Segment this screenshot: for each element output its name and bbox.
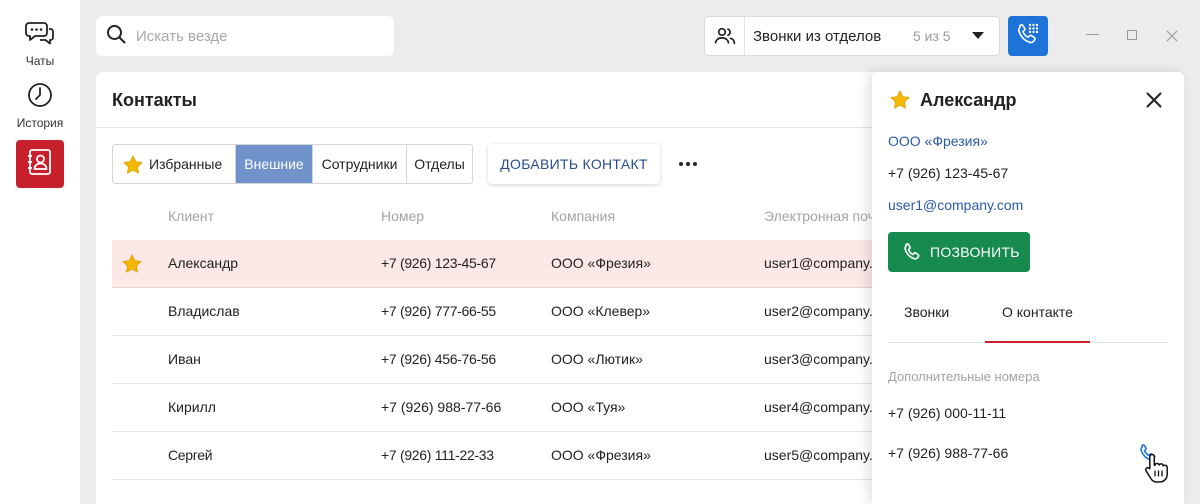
- cell-client: Александр: [168, 255, 239, 271]
- department-calls-select[interactable]: Звонки из отделов 5 из 5: [704, 16, 1000, 56]
- chat-bubbles-icon: [25, 20, 55, 51]
- cell-email: user4@company.com: [764, 399, 872, 415]
- add-contact-button[interactable]: ДОБАВИТЬ КОНТАКТ: [488, 144, 660, 184]
- tab-favorites-label: Избранные: [149, 156, 223, 172]
- department-calls-label: Звонки из отделов: [753, 27, 882, 45]
- cell-phone: +7 (926) 456-76-56: [381, 351, 496, 367]
- tab-calls[interactable]: Звонки: [904, 304, 949, 320]
- clock-icon: [27, 82, 53, 113]
- extra-number: +7 (926) 988-77-66: [888, 445, 1009, 461]
- global-search[interactable]: [96, 16, 394, 56]
- contact-detail-panel: Александр ООО «Фрезия» +7 (926) 123-45-6…: [872, 72, 1184, 504]
- cell-phone: +7 (926) 111-22-33: [381, 447, 494, 463]
- nav-chats[interactable]: Чаты: [0, 20, 80, 68]
- nav-contacts[interactable]: [16, 140, 64, 188]
- contact-filter-tabs: Избранные Внешние Сотрудники Отделы: [112, 144, 473, 184]
- extra-numbers-title: Дополнительные номера: [888, 369, 1040, 384]
- close-window-icon[interactable]: [1166, 29, 1178, 47]
- table-row[interactable]: Владислав +7 (926) 777-66-55 ООО «Клевер…: [112, 288, 872, 336]
- cell-phone: +7 (926) 123-45-67: [381, 255, 496, 271]
- cell-company: ООО «Туя»: [551, 399, 626, 415]
- tab-about-contact[interactable]: О контакте: [1002, 304, 1073, 320]
- tab-departments[interactable]: Отделы: [407, 145, 472, 183]
- department-calls-count: 5 из 5: [913, 28, 951, 44]
- favorite-star-icon[interactable]: [890, 90, 910, 114]
- page-title: Контакты: [112, 90, 197, 110]
- cell-company: ООО «Лютик»: [551, 351, 643, 367]
- active-tab-indicator: [985, 341, 1090, 343]
- column-header-email: Электронная почта: [764, 208, 889, 224]
- tab-employees[interactable]: Сотрудники: [313, 145, 407, 183]
- cell-email: user1@company.com: [764, 255, 872, 271]
- cell-client: Владислав: [168, 303, 240, 319]
- phone-dialpad-icon: [1015, 21, 1041, 52]
- contact-email-link[interactable]: user1@company.com: [888, 197, 1023, 213]
- cell-phone: +7 (926) 777-66-55: [381, 303, 496, 319]
- table-row[interactable]: Кирилл +7 (926) 988-77-66 ООО «Туя» user…: [112, 384, 872, 432]
- cell-company: ООО «Клевер»: [551, 303, 651, 319]
- nav-history-label: История: [16, 116, 64, 130]
- nav-history[interactable]: История: [0, 82, 80, 130]
- close-icon[interactable]: [1146, 92, 1162, 113]
- cell-email: user5@company.com: [764, 447, 872, 463]
- nav-chats-label: Чаты: [25, 54, 55, 68]
- extra-number: +7 (926) 000-11-11: [888, 405, 1007, 421]
- tab-departments-label: Отделы: [414, 156, 465, 172]
- contact-card-icon: [27, 148, 53, 181]
- cell-email: user3@company.com: [764, 351, 872, 367]
- call-contact-label: ПОЗВОНИТЬ: [930, 244, 1020, 260]
- favorite-star-icon[interactable]: [122, 254, 142, 278]
- dialpad-call-button[interactable]: [1008, 16, 1048, 56]
- search-icon: [106, 24, 126, 49]
- contact-company-link[interactable]: ООО «Фрезия»: [888, 133, 988, 149]
- cell-phone: +7 (926) 988-77-66: [381, 399, 502, 415]
- column-header-company: Компания: [551, 208, 616, 224]
- table-row[interactable]: Иван +7 (926) 456-76-56 ООО «Лютик» user…: [112, 336, 872, 384]
- users-icon: [705, 17, 745, 55]
- contact-name: Александр: [920, 90, 1017, 110]
- cell-email: user2@company.com: [764, 303, 872, 319]
- tab-employees-label: Сотрудники: [321, 156, 398, 172]
- tab-favorites[interactable]: Избранные: [113, 145, 236, 183]
- tab-external[interactable]: Внешние: [236, 145, 313, 183]
- table-row[interactable]: Сергей +7 (926) 111-22-33 ООО «Фрезия» u…: [112, 432, 872, 480]
- star-icon: [123, 154, 143, 174]
- minimize-icon[interactable]: [1086, 34, 1099, 35]
- cell-client: Иван: [168, 351, 201, 367]
- cell-client: Сергей: [168, 447, 213, 463]
- cell-company: ООО «Фрезия»: [551, 447, 651, 463]
- column-header-phone: Номер: [381, 208, 425, 224]
- left-rail: Чаты История: [0, 0, 80, 504]
- call-contact-button[interactable]: ПОЗВОНИТЬ: [888, 232, 1030, 272]
- phone-icon: [902, 242, 922, 262]
- cell-company: ООО «Фрезия»: [551, 255, 651, 271]
- search-input[interactable]: [136, 27, 376, 45]
- more-options-icon[interactable]: [674, 154, 702, 174]
- maximize-icon[interactable]: [1127, 30, 1137, 40]
- chevron-down-icon: [963, 32, 993, 40]
- cell-client: Кирилл: [168, 399, 216, 415]
- column-header-client: Клиент: [168, 208, 215, 224]
- hand-cursor-icon: [1144, 452, 1170, 489]
- tab-external-label: Внешние: [244, 156, 304, 172]
- table-row[interactable]: Александр +7 (926) 123-45-67 ООО «Фрезия…: [112, 240, 872, 288]
- contact-phone: +7 (926) 123-45-67: [888, 165, 1009, 181]
